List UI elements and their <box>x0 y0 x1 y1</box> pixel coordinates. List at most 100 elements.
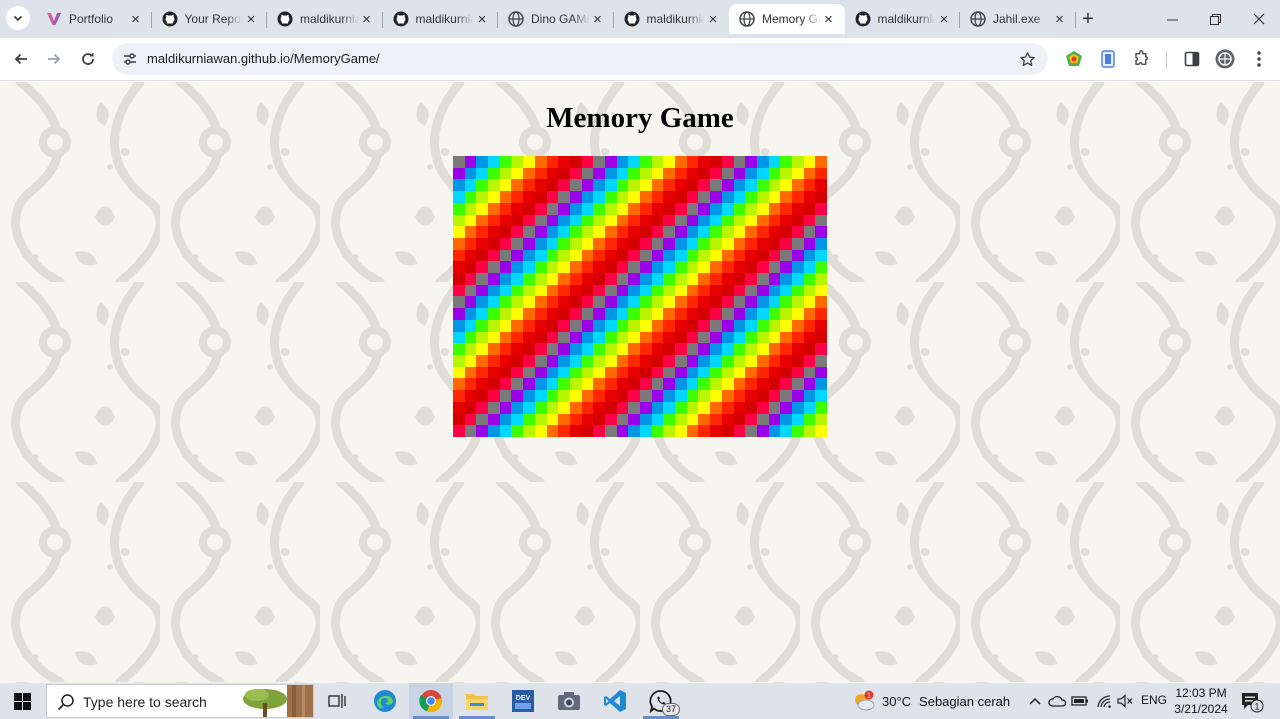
memory-card[interactable] <box>593 167 605 180</box>
memory-card[interactable] <box>686 343 699 356</box>
memory-card[interactable] <box>453 214 465 227</box>
memory-card[interactable] <box>815 179 827 192</box>
memory-card[interactable] <box>721 343 734 356</box>
memory-card[interactable] <box>569 167 582 180</box>
memory-card[interactable] <box>558 378 570 391</box>
memory-card[interactable] <box>581 237 594 250</box>
memory-card[interactable] <box>569 366 582 379</box>
memory-card[interactable] <box>698 226 711 238</box>
tab-close-icon[interactable]: × <box>243 11 259 28</box>
memory-card[interactable] <box>745 390 757 402</box>
memory-card[interactable] <box>815 401 827 414</box>
memory-card[interactable] <box>721 191 734 203</box>
memory-card[interactable] <box>511 202 524 215</box>
memory-card[interactable] <box>768 390 781 402</box>
memory-card[interactable] <box>663 390 676 402</box>
memory-card[interactable] <box>464 343 477 356</box>
restore-button[interactable] <box>1194 0 1237 38</box>
memory-card[interactable] <box>710 319 722 332</box>
memory-card[interactable] <box>651 226 664 238</box>
taskbar-dev-app[interactable]: DEV <box>501 683 545 719</box>
onedrive-cloud-icon[interactable] <box>1048 692 1066 710</box>
memory-card[interactable] <box>815 366 827 379</box>
memory-card[interactable] <box>558 226 570 238</box>
memory-card[interactable] <box>604 249 617 262</box>
memory-card[interactable] <box>721 366 734 379</box>
memory-card[interactable] <box>780 378 792 391</box>
memory-card[interactable] <box>464 226 477 238</box>
memory-card[interactable] <box>675 273 687 285</box>
memory-card[interactable] <box>710 296 722 309</box>
memory-card[interactable] <box>698 156 711 168</box>
memory-card[interactable] <box>488 296 500 309</box>
memory-card[interactable] <box>523 214 535 227</box>
memory-card[interactable] <box>616 296 629 309</box>
memory-card[interactable] <box>453 319 465 332</box>
memory-card[interactable] <box>593 156 605 168</box>
memory-card[interactable] <box>710 179 722 192</box>
memory-card[interactable] <box>534 237 547 250</box>
memory-card[interactable] <box>663 261 676 274</box>
memory-card[interactable] <box>756 249 769 262</box>
memory-card[interactable] <box>569 378 582 391</box>
memory-card[interactable] <box>593 273 605 285</box>
memory-card[interactable] <box>780 366 792 379</box>
memory-card[interactable] <box>604 413 617 426</box>
memory-card[interactable] <box>815 249 827 262</box>
taskbar-vscode[interactable] <box>593 683 637 719</box>
memory-card[interactable] <box>675 401 687 414</box>
memory-card[interactable] <box>640 237 652 250</box>
memory-card[interactable] <box>815 425 827 437</box>
memory-card[interactable] <box>698 378 711 391</box>
memory-card[interactable] <box>768 179 781 192</box>
memory-card[interactable] <box>733 261 746 274</box>
memory-card[interactable] <box>686 378 699 391</box>
memory-card[interactable] <box>710 413 722 426</box>
memory-card[interactable] <box>593 319 605 332</box>
memory-card[interactable] <box>464 284 477 297</box>
memory-card[interactable] <box>499 378 512 391</box>
memory-card[interactable] <box>499 319 512 332</box>
memory-card[interactable] <box>756 202 769 215</box>
memory-card[interactable] <box>616 156 629 168</box>
memory-card[interactable] <box>803 249 816 262</box>
memory-card[interactable] <box>733 296 746 309</box>
memory-card[interactable] <box>534 249 547 262</box>
memory-card[interactable] <box>534 202 547 215</box>
memory-card[interactable] <box>651 378 664 391</box>
memory-card[interactable] <box>663 237 676 250</box>
memory-card[interactable] <box>604 331 617 344</box>
memory-card[interactable] <box>569 284 582 297</box>
memory-card[interactable] <box>640 413 652 426</box>
memory-card[interactable] <box>640 319 652 332</box>
memory-card[interactable] <box>534 319 547 332</box>
memory-card[interactable] <box>686 296 699 309</box>
memory-card[interactable] <box>640 167 652 180</box>
memory-card[interactable] <box>698 390 711 402</box>
memory-card[interactable] <box>616 261 629 274</box>
memory-card[interactable] <box>756 413 769 426</box>
memory-card[interactable] <box>616 237 629 250</box>
memory-card[interactable] <box>558 284 570 297</box>
memory-card[interactable] <box>558 308 570 320</box>
memory-card[interactable] <box>663 378 676 391</box>
memory-card[interactable] <box>768 273 781 285</box>
memory-card[interactable] <box>616 331 629 344</box>
browser-tab[interactable]: Memory Game× <box>729 4 845 34</box>
memory-card[interactable] <box>534 167 547 180</box>
memory-card[interactable] <box>640 179 652 192</box>
memory-card[interactable] <box>511 366 524 379</box>
memory-card[interactable] <box>546 355 559 367</box>
memory-card[interactable] <box>464 237 477 250</box>
memory-card[interactable] <box>768 308 781 320</box>
memory-card[interactable] <box>511 179 524 192</box>
memory-card[interactable] <box>616 273 629 285</box>
memory-card[interactable] <box>534 343 547 356</box>
memory-card[interactable] <box>511 226 524 238</box>
memory-card[interactable] <box>768 401 781 414</box>
memory-card[interactable] <box>453 343 465 356</box>
memory-card[interactable] <box>569 191 582 203</box>
memory-card[interactable] <box>523 296 535 309</box>
memory-card[interactable] <box>488 390 500 402</box>
memory-card[interactable] <box>488 355 500 367</box>
